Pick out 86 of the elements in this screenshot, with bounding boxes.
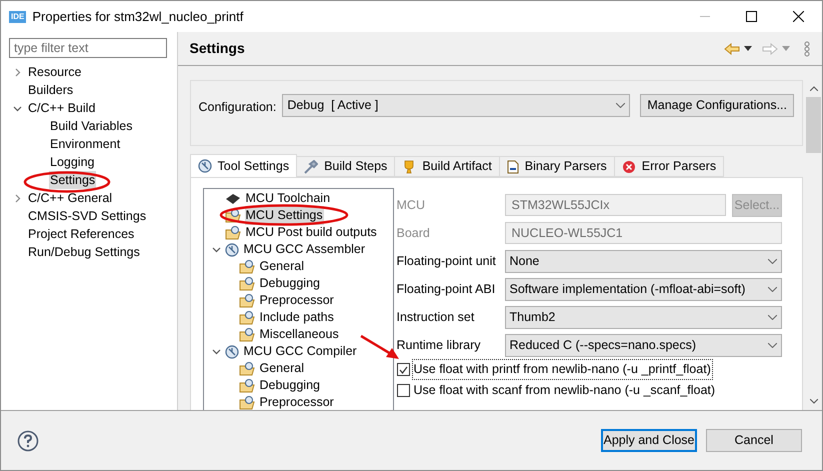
tree-item[interactable]: Run/Debug Settings [27,242,141,262]
dropdown-icon[interactable] [744,46,752,51]
tree-item[interactable]: General [258,359,305,378]
close-icon[interactable] [793,11,804,22]
dialog-button[interactable]: Apply and Close [601,429,697,452]
checkbox-label[interactable]: Use float with printf from newlib-nano (-u _printf_float) [412,359,713,380]
folder-gear-icon [238,260,254,274]
tree-item[interactable]: Include paths [258,308,335,327]
app-badge: IDE [9,10,26,22]
tree-item[interactable]: Preprocessor [258,393,335,410]
expander-icon[interactable] [13,104,22,112]
folder-gear-icon [238,378,254,392]
tree-item[interactable]: Resource [27,62,82,82]
tree-item[interactable]: Builders [27,80,74,100]
chip-icon [224,192,240,204]
scroll-up-icon[interactable] [810,86,818,91]
gear-icon [198,159,212,173]
expander-icon[interactable] [212,245,220,254]
tree-item[interactable]: CMSIS-SVD Settings [27,206,148,226]
hammer-icon [304,160,318,174]
chevron-down-icon [768,342,777,348]
tree-item[interactable]: Miscellaneous [258,325,340,344]
field-label: Board [396,224,431,242]
folder-gear-icon [238,294,254,308]
help-icon[interactable] [17,430,39,452]
tab[interactable]: Tool Settings [190,154,298,177]
checkbox[interactable] [396,384,410,397]
tree-item[interactable]: C/C++ Build [27,98,96,118]
tree-item[interactable]: Build Variables [49,116,134,136]
chevron-down-icon [768,258,777,264]
maximize-icon[interactable] [746,11,757,22]
dropdown-field[interactable]: Reduced C (--specs=nano.specs) [504,334,782,356]
configuration-select[interactable]: Debug [ Active ] [282,94,630,117]
tree-item[interactable]: Logging [49,152,96,172]
tree-item[interactable]: Preprocessor [258,291,335,310]
tree-item[interactable]: Debugging [258,274,321,293]
tree-item[interactable]: MCU Post build outputs [244,223,378,242]
window-title: Properties for stm32wl_nucleo_printf [32,8,244,26]
error-icon [622,160,636,174]
folder-gear-icon [238,276,254,290]
field-label: Runtime library [396,336,482,354]
field-label: Floating-point unit [396,252,497,270]
filter-field[interactable]: type filter text [9,38,166,58]
folder-gear-icon [238,310,254,324]
tree-item[interactable]: Environment [49,134,122,154]
chevron-down-icon [768,314,777,320]
folder-gear-icon [238,362,254,376]
expander-icon[interactable] [13,194,22,202]
tree-item[interactable]: MCU GCC Compiler [242,342,358,361]
field-label: Floating-point ABI [396,280,496,298]
tree-item[interactable]: C/C++ General [27,188,114,208]
document-icon [506,160,519,174]
scrollbar-thumb[interactable] [806,97,821,153]
page-title: Settings [190,39,245,58]
field-label: MCU [396,196,426,214]
dropdown-field[interactable]: Software implementation (-mfloat-abi=soft) [504,278,782,300]
configuration-label: Configuration: [198,99,276,116]
expander-icon[interactable] [212,347,220,356]
tab[interactable]: Binary Parsers [500,156,615,177]
manage-configurations-button[interactable]: Manage Configurations... [640,94,794,117]
folder-gear-icon [238,328,254,342]
tab[interactable]: Error Parsers [614,156,724,177]
tab[interactable]: Build Steps [297,156,396,177]
checkbox-label[interactable]: Use float with scanf from newlib-nano (-u _scanf_float) [412,380,718,401]
tree-item[interactable]: MCU Toolchain [244,189,332,208]
folder-gear-icon [224,226,240,240]
chevron-down-icon [768,286,777,292]
dropdown-field[interactable]: Thumb2 [504,306,782,328]
gear-icon [224,344,238,358]
more-icon[interactable] [804,40,810,56]
checkbox[interactable] [396,363,410,376]
tab[interactable]: Build Artifact [395,156,500,177]
folder-gear-icon [238,396,254,410]
scroll-down-icon[interactable] [810,399,818,404]
chevron-down-icon [616,103,626,108]
tree-item[interactable]: Debugging [258,376,321,395]
field-label: Instruction set [396,308,476,326]
trophy-icon [402,160,416,174]
tree-item[interactable]: Project References [27,224,136,244]
gear-icon [224,242,238,256]
dropdown-field[interactable]: None [504,250,782,272]
expander-icon[interactable] [13,68,22,76]
dialog-button[interactable]: Cancel [706,429,802,452]
tree-item[interactable]: MCU GCC Assembler [242,240,366,259]
folder-gear-icon [224,208,240,222]
tree-item[interactable]: General [258,257,305,276]
